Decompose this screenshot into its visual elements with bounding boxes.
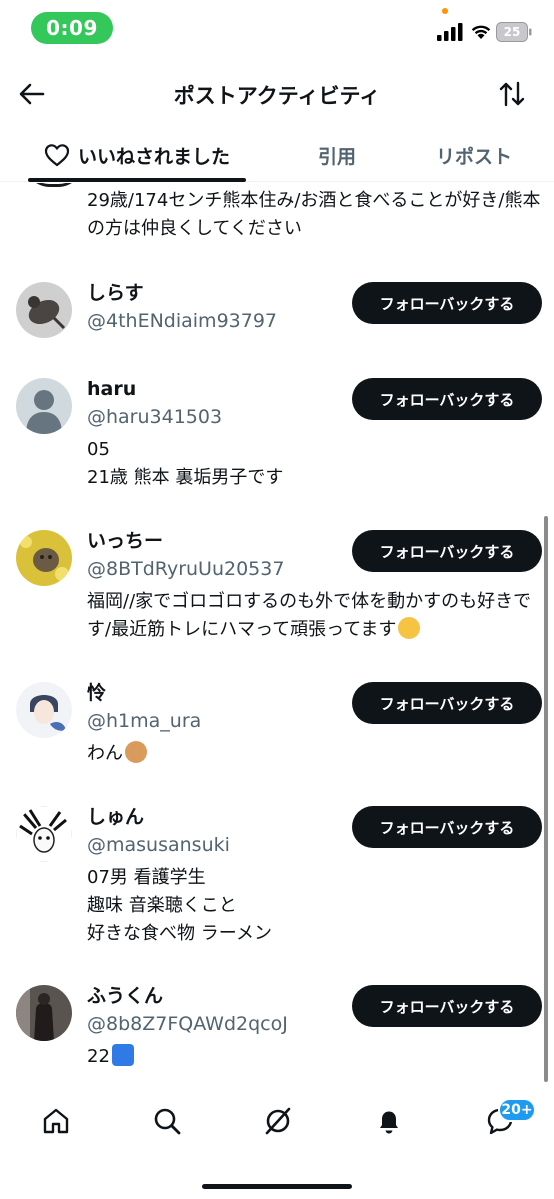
nav-notifications[interactable] [372,1104,406,1138]
user-bio: 福岡//家でゴロゴロするのも外で体を動かすのも好きです/最近筋トレにハマって頑張… [87,588,537,644]
header: ポストアクティビティ [0,62,554,126]
avatar[interactable] [16,682,72,738]
messages-badge: 20+ [498,1098,536,1122]
user-bio: 22 [87,1043,537,1071]
tab-likes[interactable]: いいねされました [22,128,252,182]
avatar[interactable] [16,985,72,1041]
tab-reposts-label: リポスト [435,145,512,168]
tab-reposts[interactable]: リポスト [414,128,534,182]
home-icon [43,1108,69,1134]
tab-quotes[interactable]: 引用 [282,128,392,182]
sort-button[interactable] [496,78,528,110]
follow-back-button[interactable]: フォローバックする [352,682,542,724]
user-name: 怜 [87,682,107,704]
cellular-signal-icon [437,23,463,41]
partial-avatar [24,183,84,187]
user-bio: わん [87,740,537,768]
follow-back-button[interactable]: フォローバックする [352,282,542,324]
home-indicator [202,1184,352,1189]
bottom-nav: 20+ [0,1090,554,1154]
wifi-icon [471,25,491,39]
user-name: いっちー [87,530,164,552]
nav-search[interactable] [150,1104,184,1138]
tab-quotes-label: 引用 [317,145,356,168]
heart-icon [44,144,70,167]
liked-by-list[interactable]: 29歳/174センチ熊本住み/お酒と食べることが好き/熊本の方は仲良くしてくださ… [0,183,554,1083]
avatar[interactable] [16,282,72,338]
notifications-icon [380,1111,398,1134]
battery-level: 25 [503,25,521,39]
follow-back-button[interactable]: フォローバックする [352,378,542,420]
bio-text: わん [87,743,123,764]
user-bio: 05 21歳 熊本 裏垢男子です [87,439,284,488]
user-name: しゅん [87,806,145,828]
follow-back-button[interactable]: フォローバックする [352,985,542,1027]
dog-face-emoji [125,741,147,763]
search-icon [154,1108,181,1135]
user-handle: @h1ma_ura [87,710,202,732]
bio-text: 福岡//家でゴロゴロするのも外で体を動かすのも好きです/最近筋トレにハマって頑張… [87,591,532,640]
activity-tabs: いいねされました 引用 リポスト [0,128,554,182]
user-handle: @haru341503 [87,406,223,428]
accessibility-emoji [111,1044,134,1066]
avatar[interactable] [16,806,72,862]
user-handle: @masusansuki [87,834,230,856]
tab-likes-label: いいねされました [77,145,230,168]
battery-icon: 25 [496,22,532,42]
user-name: haru [87,378,137,400]
page-title: ポストアクティビティ [173,84,381,108]
list-item-bio: 29歳/174センチ熊本住み/お酒と食べることが好き/熊本の方は仲良くしてくださ… [87,190,541,239]
bio-text: 22 [87,1046,110,1067]
privacy-dot [442,8,448,14]
grok-icon [265,1107,291,1135]
status-bar: 0:09 25 [0,0,554,60]
scrollbar[interactable] [544,516,548,1082]
avatar[interactable] [16,530,72,586]
follow-back-button[interactable]: フォローバックする [352,530,542,572]
user-handle: @8b8Z7FQAWd2qcoJ [87,1013,288,1035]
nav-home[interactable] [39,1104,73,1138]
user-name: しらす [87,282,144,304]
user-name: ふうくん [87,985,164,1007]
avatar[interactable] [16,378,72,434]
user-bio: 07男 看護学生 趣味 音楽聴くこと 好きな食べ物 ラーメン [87,867,273,944]
nav-grok[interactable] [261,1104,295,1138]
user-handle: @4thENdiaim93797 [87,310,278,332]
user-handle: @8BTdRyruUu20537 [87,558,285,580]
sort-arrows-icon [499,81,525,107]
follow-back-button[interactable]: フォローバックする [352,806,542,848]
status-time: 0:09 [31,12,113,44]
pensive-face-emoji [398,617,421,639]
